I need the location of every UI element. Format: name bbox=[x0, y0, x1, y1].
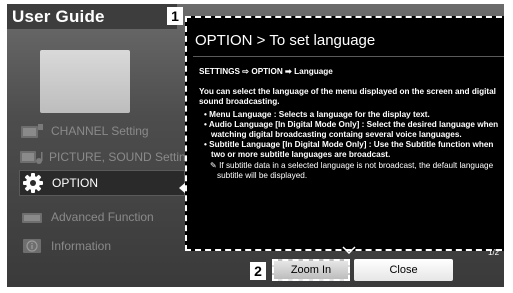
sidebar-item-option[interactable]: OPTION bbox=[19, 170, 185, 196]
sidebar-item-information[interactable]: Information bbox=[19, 233, 185, 259]
dialog-divider bbox=[193, 56, 504, 57]
close-button[interactable]: Close bbox=[354, 259, 453, 281]
gear-icon bbox=[20, 173, 46, 193]
sidebar-item-label: CHANNEL Setting bbox=[51, 124, 149, 138]
dialog-title: OPTION > To set language bbox=[195, 32, 376, 49]
scroll-down-icon[interactable] bbox=[342, 246, 356, 254]
callout-badge-1: 1 bbox=[167, 7, 183, 25]
dialog-body: SETTINGS ⇨ OPTION ➡ Language You can sel… bbox=[199, 67, 504, 181]
page-indicator: 1/2 bbox=[488, 248, 500, 257]
list-item: • Subtitle Language [In Digital Mode Onl… bbox=[204, 140, 494, 160]
sidebar-item-label: Advanced Function bbox=[51, 210, 154, 224]
sidebar-item-channel-setting[interactable]: CHANNEL Setting bbox=[19, 118, 185, 144]
preview-thumbnail bbox=[40, 50, 130, 113]
help-dialog: OPTION > To set language SETTINGS ⇨ OPTI… bbox=[185, 16, 504, 251]
page-title: User Guide bbox=[12, 7, 105, 26]
channel-icon bbox=[19, 121, 45, 141]
advanced-function-icon bbox=[19, 207, 45, 227]
sidebar-item-advanced-function[interactable]: Advanced Function bbox=[19, 204, 185, 230]
list-item: • Audio Language [In Digital Mode Only] … bbox=[204, 119, 499, 140]
sidebar-item-picture-sound-setting[interactable]: PICTURE, SOUND Setting bbox=[19, 144, 192, 170]
information-icon bbox=[19, 236, 45, 256]
sidebar-item-label: OPTION bbox=[52, 176, 99, 190]
dialog-note: ✎ If subtitle data in a selected languag… bbox=[210, 160, 494, 180]
header-bar: User Guide bbox=[7, 4, 177, 29]
dialog-breadcrumb: SETTINGS ⇨ OPTION ➡ Language bbox=[199, 67, 333, 76]
dialog-bullet-list: • Menu Language : Selects a language for… bbox=[199, 110, 504, 181]
picture-sound-icon bbox=[19, 147, 43, 167]
sidebar-item-label: PICTURE, SOUND Setting bbox=[49, 150, 193, 164]
dialog-intro: You can select the language of the menu … bbox=[199, 87, 496, 107]
tv-screen: User Guide CHANNEL Setting PICTURE, SOUN… bbox=[7, 4, 504, 287]
callout-badge-2: 2 bbox=[250, 262, 266, 280]
sidebar-item-label: Information bbox=[51, 239, 112, 253]
zoom-in-button[interactable]: Zoom In bbox=[272, 259, 350, 281]
list-item: • Menu Language : Selects a language for… bbox=[204, 109, 430, 119]
